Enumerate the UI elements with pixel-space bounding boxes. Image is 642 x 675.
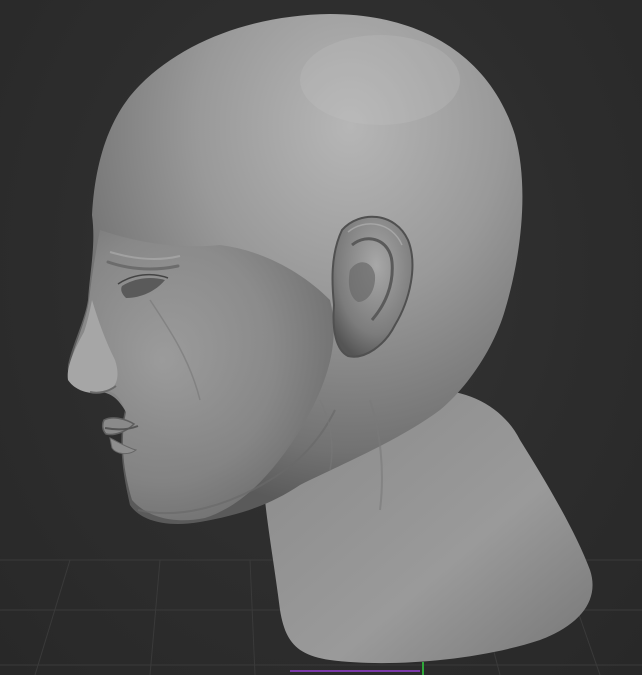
axis-gizmo [290, 662, 424, 675]
viewport-canvas[interactable] [0, 0, 642, 675]
3d-viewport[interactable] [0, 0, 642, 675]
head-bust-sculpt-icon[interactable] [67, 14, 593, 664]
